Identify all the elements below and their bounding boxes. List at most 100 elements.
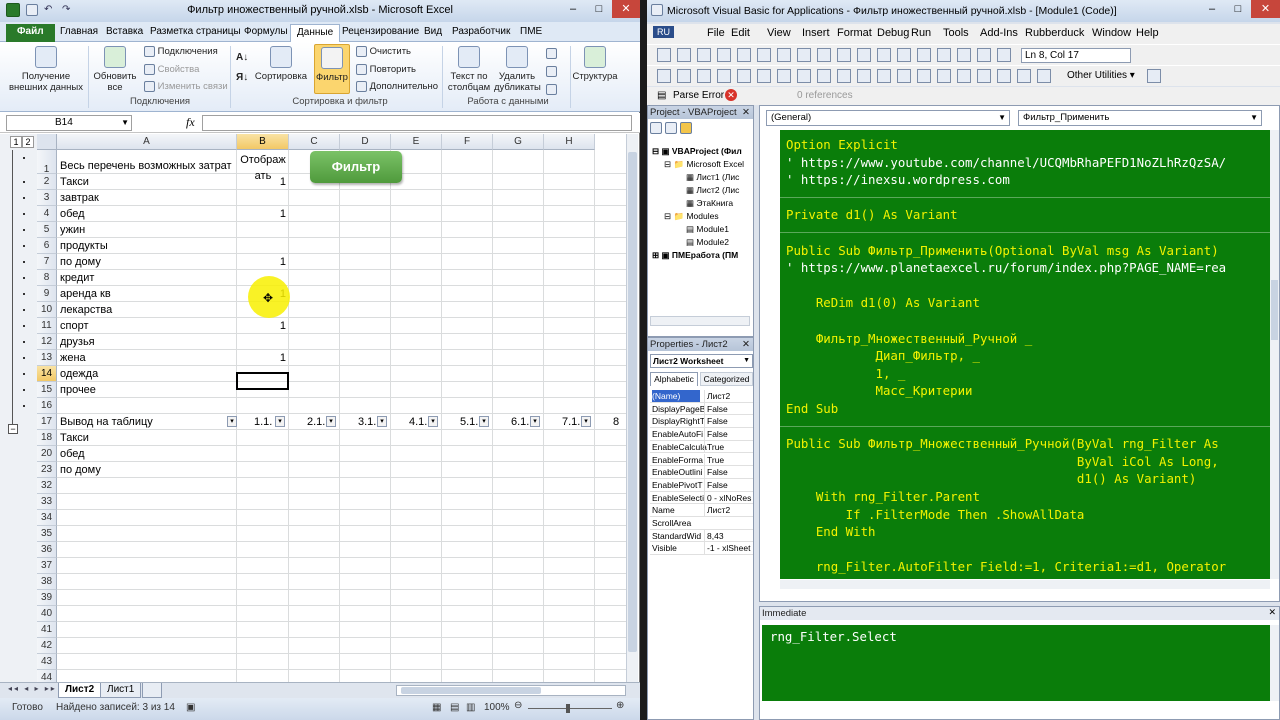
row-header-14[interactable]: 14 xyxy=(37,366,57,382)
menu-run[interactable]: Run xyxy=(911,27,931,39)
tab-alphabetic[interactable]: Alphabetic xyxy=(650,372,698,386)
rubberduck-tool-icon[interactable] xyxy=(717,69,731,83)
tree-pme[interactable]: ⊞ ▣ ПМЕработа (ПМ xyxy=(652,250,738,261)
column-header-d[interactable]: D xyxy=(340,134,391,150)
property-row[interactable]: ScrollArea xyxy=(650,517,753,530)
tree-sheet2[interactable]: ▦ Лист2 (Лис xyxy=(686,185,739,196)
cell-a8[interactable]: кредит xyxy=(60,270,236,286)
design-mode-icon[interactable] xyxy=(897,48,911,62)
rubberduck-tool-icon[interactable] xyxy=(917,69,931,83)
row-header-36[interactable]: 36 xyxy=(37,542,57,558)
cell-a13[interactable]: жена xyxy=(60,350,236,366)
cell-a6[interactable]: продукты xyxy=(60,238,236,254)
tab-developer[interactable]: Разработчик xyxy=(446,24,516,42)
code-line[interactable]: rng_Filter.AutoFilter Field:=1, Criteria… xyxy=(786,558,1226,576)
tab-page-layout[interactable]: Разметка страницы xyxy=(144,24,247,42)
row-header-10[interactable]: 10 xyxy=(37,302,57,318)
project-hscroll[interactable] xyxy=(650,316,750,326)
header-a1[interactable]: Весь перечень возможных затрат xyxy=(60,158,232,174)
property-row[interactable]: Visible -1 - xlSheet xyxy=(650,542,753,556)
zoom-slider-thumb[interactable] xyxy=(566,704,570,713)
macro-record-icon[interactable]: ▣ xyxy=(186,702,195,713)
tree-thisworkbook[interactable]: ▦ ЭтаКнига xyxy=(686,198,733,209)
consolidate-icon[interactable] xyxy=(546,66,557,77)
cell-a12[interactable]: друзья xyxy=(60,334,236,350)
tree-module2[interactable]: ▤ Module2 xyxy=(686,237,729,248)
row-header-16[interactable]: 16 xyxy=(37,398,57,414)
project-explorer-icon[interactable] xyxy=(917,48,931,62)
code-line[interactable]: 1, _ xyxy=(786,365,906,383)
row-header-44[interactable]: 44 xyxy=(37,670,57,682)
menu-file[interactable]: File xyxy=(707,27,725,39)
row-header-42[interactable]: 42 xyxy=(37,638,57,654)
menu-help[interactable]: Help xyxy=(1136,27,1159,39)
other-utilities-menu[interactable]: Other Utilities ▾ xyxy=(1067,70,1135,81)
sort-button[interactable]: Сортировка xyxy=(252,46,310,82)
language-indicator[interactable]: RU xyxy=(653,26,674,38)
tab-pme[interactable]: ПМЕ xyxy=(514,24,548,42)
row-header-6[interactable]: 6 xyxy=(37,238,57,254)
text-to-columns-button[interactable]: Текст по столбцам xyxy=(446,46,492,93)
autofilter-dropdown[interactable]: ▾ xyxy=(530,416,540,427)
reset-icon[interactable] xyxy=(877,48,891,62)
code-line[interactable]: ByVal iCol As Long, xyxy=(786,453,1219,471)
cut-icon[interactable] xyxy=(717,48,731,62)
cell-row17-0[interactable]: 2.1. xyxy=(307,414,327,430)
menu-window[interactable]: Window xyxy=(1092,27,1131,39)
toggle-folders-icon[interactable] xyxy=(679,122,692,134)
cell-a23[interactable]: по дому xyxy=(60,462,236,478)
row-header-34[interactable]: 34 xyxy=(37,510,57,526)
insert-module-icon[interactable] xyxy=(677,48,691,62)
sheet-tab-list2[interactable]: Лист2 xyxy=(58,683,102,698)
row-header-11[interactable]: 11 xyxy=(37,318,57,334)
run-icon[interactable] xyxy=(837,48,851,62)
outline-button[interactable]: Структура xyxy=(572,46,618,82)
parse-error-label[interactable]: Parse Error xyxy=(673,90,724,101)
property-row[interactable]: (Name) Лист2 xyxy=(650,390,753,403)
row-header-33[interactable]: 33 xyxy=(37,494,57,510)
tab-insert[interactable]: Вставка xyxy=(100,24,149,42)
header-b1-line1[interactable]: Отображ xyxy=(238,152,288,168)
autofilter-dropdown[interactable]: ▾ xyxy=(377,416,387,427)
rubberduck-tool-icon[interactable] xyxy=(837,69,851,83)
menu-tools[interactable]: Tools xyxy=(943,27,969,39)
tab-view[interactable]: Вид xyxy=(418,24,448,42)
minimize-button[interactable]: – xyxy=(1199,0,1225,18)
zoom-level[interactable]: 100% xyxy=(484,702,510,713)
property-row[interactable]: EnableCalcula True xyxy=(650,440,753,454)
rubberduck-tool-icon[interactable] xyxy=(977,69,991,83)
parse-status-icon[interactable]: ▤ xyxy=(657,90,666,101)
close-icon[interactable]: ✕ xyxy=(742,106,750,119)
zoom-out-icon[interactable]: ⊖ xyxy=(514,700,522,711)
sheet-nav-icon[interactable]: ◂◂ ◂ ▸ ▸▸ xyxy=(8,684,57,693)
code-line[interactable]: ReDim d1(0) As Variant xyxy=(786,294,980,312)
rubberduck-tool-icon[interactable] xyxy=(997,69,1011,83)
maximize-button[interactable]: □ xyxy=(586,0,612,18)
filter-macro-button[interactable]: Фильтр xyxy=(310,151,402,183)
clear-filter-button[interactable]: Очистить xyxy=(356,46,411,57)
cell-b17[interactable]: 1.1. xyxy=(254,414,274,430)
normal-view-icon[interactable]: ▦ xyxy=(432,702,441,713)
rubberduck-tool-icon[interactable] xyxy=(677,69,691,83)
menu-insert[interactable]: Insert xyxy=(802,27,830,39)
row-header-15[interactable]: 15 xyxy=(37,382,57,398)
page-layout-icon[interactable]: ▤ xyxy=(450,702,459,713)
column-header-e[interactable]: E xyxy=(391,134,442,150)
row-header-12[interactable]: 12 xyxy=(37,334,57,350)
view-code-icon[interactable] xyxy=(650,122,662,134)
code-line[interactable]: If .FilterMode Then .ShowAllData xyxy=(786,506,1085,524)
tree-excel-objects[interactable]: ⊟ 📁 Microsoft Excel xyxy=(664,159,744,170)
connections-button[interactable]: Подключения xyxy=(144,46,218,57)
cell-a3[interactable]: завтрак xyxy=(60,190,236,206)
rubberduck-tool-icon[interactable] xyxy=(737,69,751,83)
menu-rubberduck[interactable]: Rubberduck xyxy=(1025,27,1084,39)
advanced-button[interactable]: Дополнительно xyxy=(356,81,438,92)
menu-debug[interactable]: Debug xyxy=(877,27,909,39)
code-line[interactable]: Public Sub Фильтр_Применить(Optional ByV… xyxy=(786,242,1219,260)
cell-row17-1[interactable]: 3.1. xyxy=(358,414,378,430)
property-row[interactable]: Name Лист2 xyxy=(650,504,753,517)
row-header-18[interactable]: 18 xyxy=(37,430,57,446)
code-line[interactable]: Option Explicit xyxy=(786,136,898,154)
row-header-38[interactable]: 38 xyxy=(37,574,57,590)
row-header-23[interactable]: 23 xyxy=(37,462,57,478)
